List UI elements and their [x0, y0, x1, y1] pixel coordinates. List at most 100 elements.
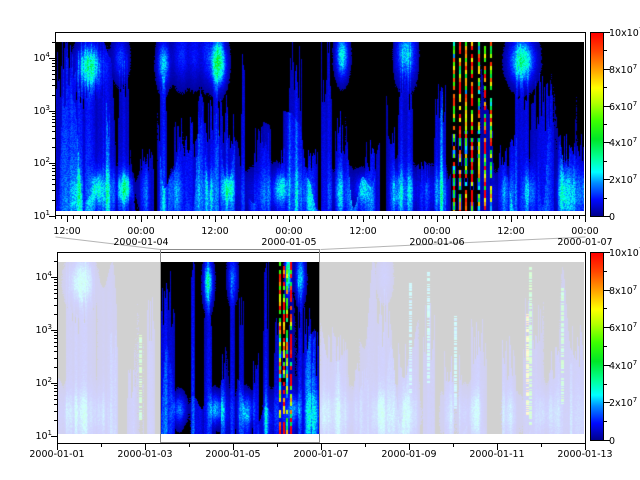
colorbar-minor-tick: [603, 308, 607, 309]
y-tick-label: 102: [16, 157, 50, 169]
y-minor-tick: [52, 113, 55, 114]
y-minor-tick: [52, 126, 55, 127]
colorbar-tick-label-main: 4x10: [609, 361, 633, 372]
context-colorbar-gradient: [590, 252, 604, 441]
x-minor-tick: [425, 216, 426, 219]
y-minor-tick: [52, 85, 55, 86]
colorbar-tick-label-main: 8x10: [609, 286, 633, 297]
y-tick-label-exp: 3: [46, 104, 50, 112]
y-tick-label-main: 10: [33, 53, 45, 64]
colorbar-minor-tick: [603, 346, 607, 347]
colorbar-minor-tick: [603, 50, 607, 51]
x-minor-tick: [530, 216, 531, 219]
y-tick-label-exp: 2: [46, 156, 50, 164]
x-minor-tick: [357, 216, 358, 219]
x-minor-tick: [80, 216, 81, 219]
y-tick-label-main: 10: [35, 272, 47, 283]
x-minor-tick: [351, 216, 352, 219]
x-major-tick: [67, 216, 68, 222]
y-minor-tick: [52, 184, 55, 185]
x-date-label: 2000-01-06: [405, 237, 469, 248]
y-tick-label-main: 10: [35, 325, 47, 336]
y-minor-tick: [52, 175, 55, 176]
x-minor-tick: [166, 216, 167, 219]
x-minor-tick: [189, 444, 190, 447]
y-minor-tick: [52, 66, 55, 67]
x-minor-tick: [443, 216, 444, 219]
colorbar-tick-label: 10x107: [609, 247, 640, 259]
x-minor-tick: [86, 216, 87, 219]
x-major-tick: [141, 216, 142, 222]
x-date-label: 2000-01-05: [257, 237, 321, 248]
colorbar-minor-tick: [603, 87, 607, 88]
colorbar-tick-label-exp: 7: [633, 359, 637, 367]
x-minor-tick: [61, 216, 62, 219]
colorbar-minor-tick: [603, 198, 607, 199]
y-minor-tick: [52, 95, 55, 96]
y-minor-tick: [52, 190, 55, 191]
y-minor-tick: [52, 168, 55, 169]
x-date-label: 2000-01-11: [465, 449, 529, 460]
colorbar-tick-label: 4x107: [609, 360, 640, 372]
x-minor-tick: [240, 216, 241, 219]
x-minor-tick: [431, 216, 432, 219]
x-major-tick: [511, 216, 512, 222]
x-minor-tick: [456, 216, 457, 219]
colorbar-tick-label: 4x107: [609, 137, 640, 149]
x-tick-label: 00:00: [565, 226, 605, 237]
x-minor-tick: [382, 216, 383, 219]
y-minor-tick: [54, 367, 57, 368]
x-minor-tick: [453, 444, 454, 447]
y-minor-tick: [52, 116, 55, 117]
y-tick-label-main: 10: [33, 158, 45, 169]
x-minor-tick: [246, 216, 247, 219]
dimmed-region-right: [320, 262, 584, 434]
x-minor-tick: [579, 216, 580, 219]
y-tick-label: 101: [18, 430, 52, 442]
x-minor-tick: [486, 216, 487, 219]
x-minor-tick: [542, 216, 543, 219]
x-minor-tick: [234, 216, 235, 219]
x-date-label: 2000-01-07: [553, 237, 617, 248]
x-minor-tick: [388, 216, 389, 219]
x-minor-tick: [98, 216, 99, 219]
y-tick-label: 101: [16, 210, 50, 222]
x-major-tick: [585, 216, 586, 222]
x-date-label: 2000-01-13: [553, 449, 617, 460]
x-date-label: 2000-01-09: [377, 449, 441, 460]
x-minor-tick: [548, 216, 549, 219]
x-date-label: 2000-01-01: [25, 449, 89, 460]
x-minor-tick: [480, 216, 481, 219]
x-minor-tick: [308, 216, 309, 219]
y-minor-tick: [52, 63, 55, 64]
x-tick-label: 12:00: [491, 226, 531, 237]
y-minor-tick: [52, 171, 55, 172]
x-major-tick: [437, 216, 438, 222]
y-minor-tick: [54, 335, 57, 336]
y-minor-tick: [54, 342, 57, 343]
colorbar-tick-label: 0: [609, 435, 640, 447]
x-tick-label: 00:00: [121, 226, 161, 237]
x-minor-tick: [265, 216, 266, 219]
y-minor-tick: [54, 305, 57, 306]
x-minor-tick: [517, 216, 518, 219]
x-minor-tick: [129, 216, 130, 219]
y-minor-tick: [54, 411, 57, 412]
detail-plot-frame: [55, 32, 586, 216]
colorbar-tick-label-exp: 7: [633, 321, 637, 329]
x-minor-tick: [203, 216, 204, 219]
y-tick-label: 104: [16, 52, 50, 64]
x-minor-tick: [400, 216, 401, 219]
x-minor-tick: [92, 216, 93, 219]
x-minor-tick: [474, 216, 475, 219]
x-minor-tick: [462, 216, 463, 219]
x-minor-tick: [197, 216, 198, 219]
x-date-label: 2000-01-03: [113, 449, 177, 460]
y-tick-label-exp: 2: [48, 376, 52, 384]
x-minor-tick: [567, 216, 568, 219]
x-minor-tick: [191, 216, 192, 219]
y-minor-tick: [54, 332, 57, 333]
x-minor-tick: [406, 216, 407, 219]
zoom-selection-rect[interactable]: [160, 249, 320, 443]
y-minor-tick: [52, 200, 55, 201]
